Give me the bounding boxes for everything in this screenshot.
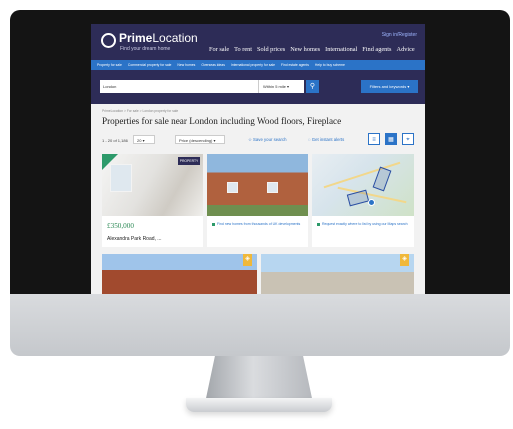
subnav-international[interactable]: International property for sale — [231, 63, 275, 67]
nav-to-rent[interactable]: To rent — [234, 46, 252, 53]
nav-find-agents[interactable]: Find agents — [362, 46, 391, 53]
sort-value: Price (descending) — [179, 138, 213, 143]
subnav-find-agents[interactable]: Find estate agents — [281, 63, 309, 67]
new-homes-promo-card[interactable]: Find new homes from thousands of UK deve… — [207, 154, 308, 247]
property-card[interactable]: ◈ — [102, 254, 257, 294]
photo-window — [267, 182, 278, 193]
property-card[interactable]: ◈ — [261, 254, 414, 294]
browser-screen: PrimeLocation Find your dream home Sign … — [91, 24, 425, 294]
search-icon: ⚲ — [309, 83, 316, 90]
subnav-overseas[interactable]: Overseas ideas — [201, 63, 225, 67]
per-page-select[interactable]: 20 ▾ — [133, 135, 155, 144]
property-photo — [102, 254, 257, 294]
filters-button[interactable]: Filters and keywords ▾ — [361, 80, 418, 93]
photo-window — [110, 164, 132, 192]
logo-light-text: Location — [152, 31, 198, 45]
map-pin-icon: ⌖ — [406, 137, 410, 143]
sub-nav: Property for sale Commercial property fo… — [91, 60, 425, 70]
save-search-link[interactable]: ☆ Save your search — [248, 137, 286, 143]
grid-view-button[interactable]: ▦ — [385, 133, 397, 145]
instant-alerts-label: Get instant alerts — [311, 137, 345, 142]
nav-sold-prices[interactable]: Sold prices — [257, 46, 285, 53]
save-property-icon[interactable]: ◈ — [243, 254, 252, 266]
save-search-label: Save your search — [253, 137, 287, 142]
agent-logo: PROPERTY — [178, 157, 200, 165]
search-bar: London Within 5 mile ▾ ⚲ Filters and key… — [91, 72, 425, 104]
map-view-button[interactable]: ⌖ — [402, 133, 414, 145]
map-search-promo-card[interactable]: Request exactly where to list by using o… — [312, 154, 414, 247]
monitor-stand — [205, 356, 313, 400]
list-icon: ≡ — [372, 137, 376, 143]
save-property-icon[interactable]: ◈ — [400, 254, 409, 266]
promo-icon — [212, 222, 215, 226]
location-input[interactable]: London — [100, 80, 258, 93]
map-pin-icon — [368, 199, 375, 206]
property-photo — [261, 254, 414, 294]
map-promo-text: Request exactly where to list by using o… — [317, 222, 409, 227]
new-homes-promo-text: Find new homes from thousands of UK deve… — [212, 222, 304, 227]
promo-label: Request exactly where to list by using o… — [322, 222, 408, 226]
tagline: Find your dream home — [120, 46, 171, 52]
logo-bold-text: Prime — [119, 31, 153, 45]
main-nav: For sale To rent Sold prices New homes I… — [209, 46, 415, 53]
nav-new-homes[interactable]: New homes — [290, 46, 320, 53]
subnav-property-for-sale[interactable]: Property for sale — [97, 63, 122, 67]
property-price: £350,000 — [107, 222, 134, 230]
radius-select[interactable]: Within 5 mile ▾ — [258, 80, 304, 93]
grid-icon: ▦ — [388, 137, 394, 143]
photo-window — [227, 182, 238, 193]
breadcrumb[interactable]: PrimeLocation > For sale > London proper… — [102, 109, 178, 113]
property-address: Alexandra Park Road, ... — [107, 236, 162, 242]
page-title: Properties for sale near London includin… — [102, 116, 342, 126]
subnav-help-to-buy[interactable]: Help to buy scheme — [315, 63, 345, 67]
search-button[interactable]: ⚲ — [306, 80, 319, 93]
signin-link[interactable]: Sign in/Register — [382, 32, 417, 38]
subnav-new-homes[interactable]: New homes — [177, 63, 195, 67]
site-header: PrimeLocation Find your dream home Sign … — [91, 24, 425, 72]
nav-for-sale[interactable]: For sale — [209, 46, 229, 53]
nav-advice[interactable]: Advice — [397, 46, 415, 53]
monitor-chin — [10, 294, 510, 356]
promo-icon — [317, 222, 320, 226]
per-page-value: 20 — [137, 138, 142, 143]
results-count: 1 - 20 of 1,186 — [102, 138, 128, 143]
filters-label: Filters and keywords — [369, 84, 407, 89]
site-logo[interactable]: PrimeLocation — [119, 31, 198, 45]
monitor-stand-base — [186, 398, 332, 412]
instant-alerts-link[interactable]: ◌ Get instant alerts — [308, 137, 344, 142]
list-view-button[interactable]: ≡ — [368, 133, 380, 145]
promo-label: Find new homes from thousands of UK deve… — [217, 222, 301, 226]
logo-icon — [101, 33, 116, 48]
sort-select[interactable]: Price (descending) ▾ — [175, 135, 225, 144]
subnav-commercial[interactable]: Commercial property for sale — [128, 63, 172, 67]
new-homes-photo — [207, 154, 308, 216]
nav-international[interactable]: International — [325, 46, 357, 53]
property-card[interactable]: PROPERTY £350,000 Alexandra Park Road, .… — [102, 154, 203, 247]
radius-value: Within 5 mile — [263, 84, 286, 89]
